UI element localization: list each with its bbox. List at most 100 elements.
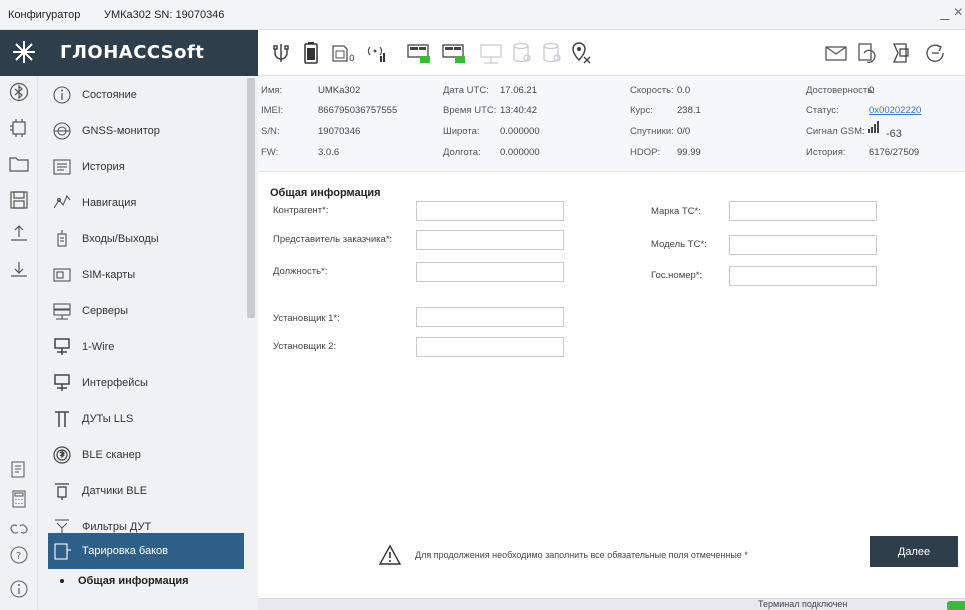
info-icon[interactable]: [9, 579, 29, 599]
folder-icon[interactable]: [9, 154, 29, 174]
nav-item-ble-sensors[interactable]: Датчики BLE: [48, 473, 248, 509]
io-icon: [57, 230, 67, 247]
speed-label: Скорость:: [630, 85, 674, 96]
storage-disabled-2-icon: [543, 42, 561, 63]
toolbar: 0: [258, 30, 965, 76]
vehicle-model-field[interactable]: [729, 235, 877, 255]
nav-item-interfaces[interactable]: Интерфейсы: [48, 365, 248, 401]
position-label: Должность*:: [273, 266, 328, 277]
nav-item-tank-calibration[interactable]: Тарировка баков: [48, 533, 244, 569]
nav-item-label: Входы/Выходы: [82, 233, 159, 245]
connection-indicator: [947, 601, 965, 610]
nav-item-label: ДУТы LLS: [82, 413, 134, 425]
device-green-icon[interactable]: [406, 41, 432, 65]
help-icon[interactable]: ?: [9, 545, 29, 565]
sim-icon[interactable]: 0: [330, 41, 356, 65]
log-icon[interactable]: [9, 460, 29, 480]
next-button[interactable]: Далее: [870, 536, 958, 567]
signal-bars-icon: [868, 121, 879, 133]
plate-label: Гос.номер*:: [651, 270, 703, 281]
device-title: УМКа302 SN: 19070346: [104, 9, 225, 21]
device-green-2-icon[interactable]: [441, 41, 467, 65]
title-bar: Конфигуратор УМКа302 SN: 19070346 _ ×: [0, 0, 965, 30]
icon-rail: ?: [0, 76, 38, 610]
speed-value: 0.0: [677, 85, 691, 96]
sn-label: S/N:: [261, 126, 280, 137]
customer-rep-field[interactable]: [416, 230, 564, 250]
firmware-icon[interactable]: [890, 41, 914, 65]
side-nav: Состояние GNSS-монитор История Навигация…: [38, 76, 258, 610]
refresh-icon[interactable]: [855, 41, 879, 65]
name-label: Имя:: [261, 85, 283, 96]
vehicle-brand-field[interactable]: [729, 201, 877, 221]
brand-logo: ГЛОНАССSoft: [60, 42, 205, 63]
bluetooth-icon[interactable]: [9, 82, 29, 102]
tank-icon: [54, 543, 71, 560]
nav-item-sim[interactable]: SIM-карты: [48, 257, 248, 293]
download-icon[interactable]: [9, 260, 29, 280]
status-bar: Терминал подключен: [258, 598, 965, 610]
sim-card-icon: [53, 268, 71, 282]
mail-icon[interactable]: [824, 41, 848, 65]
sats-label: Спутники:: [630, 126, 674, 137]
nav-item-servers[interactable]: Серверы: [48, 293, 248, 329]
vehicle-brand-label: Марка ТС*:: [651, 206, 701, 217]
app-title: Конфигуратор: [8, 9, 81, 21]
window-controls[interactable]: _ ×: [940, 4, 963, 22]
back-icon[interactable]: [923, 41, 947, 65]
save-icon[interactable]: [9, 190, 29, 210]
date-value: 17.06.21: [500, 85, 537, 96]
nav-item-label: Серверы: [82, 305, 129, 317]
course-label: Курс:: [630, 105, 653, 116]
state-label: Статус:: [806, 105, 839, 116]
nav-item-io[interactable]: Входы/Выходы: [48, 221, 248, 257]
position-field[interactable]: [416, 262, 564, 282]
nav-item-lls[interactable]: ДУТы LLS: [48, 401, 248, 437]
upload-icon[interactable]: [9, 224, 29, 244]
nav-item-label: Интерфейсы: [82, 377, 148, 389]
nav-item-ble-scanner[interactable]: BLE сканер: [48, 437, 248, 473]
svg-text:?: ?: [16, 551, 21, 562]
location-off-icon[interactable]: [570, 41, 592, 65]
section-title: Общая информация: [270, 187, 381, 199]
plate-field[interactable]: [729, 266, 877, 286]
installer1-field[interactable]: [416, 307, 564, 327]
sats-value: 0/0: [677, 126, 691, 137]
chip-icon[interactable]: [9, 118, 29, 138]
bullet-icon: [60, 579, 64, 583]
nav-item-gnss[interactable]: GNSS-монитор: [48, 113, 248, 149]
sidebar-scrollbar[interactable]: [247, 78, 255, 318]
nav-item-state[interactable]: Состояние: [48, 77, 248, 113]
name-value: UMKa302: [318, 85, 361, 96]
nav-item-label: SIM-карты: [82, 269, 136, 281]
installer2-field[interactable]: [416, 337, 564, 357]
nav-item-label: Датчики BLE: [82, 485, 148, 497]
nav-item-label: Тарировка баков: [82, 545, 168, 557]
ble-sensor-icon: [55, 483, 69, 500]
calculator-icon[interactable]: [9, 489, 29, 509]
state-value-link[interactable]: 0x00202220: [869, 105, 921, 116]
lon-value: 0.000000: [500, 147, 540, 158]
interfaces-icon: [54, 374, 70, 391]
course-value: 238.1: [677, 105, 701, 116]
nav-subitem-general-info[interactable]: Общая информация: [60, 575, 189, 587]
hdop-label: HDOP:: [630, 147, 661, 158]
lat-label: Широта:: [443, 126, 480, 137]
nav-item-label: 1-Wire: [82, 341, 115, 353]
hdop-value: 99.99: [677, 147, 701, 158]
battery-icon[interactable]: [300, 41, 322, 65]
gsm-antenna-icon[interactable]: [366, 41, 388, 65]
time-value: 13:40:42: [500, 105, 537, 116]
ble-scanner-icon: [53, 446, 71, 464]
contractor-field[interactable]: [416, 201, 564, 221]
nav-item-history[interactable]: История: [48, 149, 248, 185]
nav-item-label: Фильтры ДУТ: [82, 521, 152, 533]
nav-item-1wire[interactable]: 1-Wire: [48, 329, 248, 365]
history-label: История:: [806, 147, 846, 158]
link-icon[interactable]: [9, 519, 29, 539]
validity-label: Достоверность:: [806, 85, 875, 96]
glonass-logo-icon: [13, 41, 35, 63]
usb-icon[interactable]: [270, 41, 292, 65]
nav-item-navigation[interactable]: Навигация: [48, 185, 248, 221]
one-wire-icon: [54, 338, 70, 355]
